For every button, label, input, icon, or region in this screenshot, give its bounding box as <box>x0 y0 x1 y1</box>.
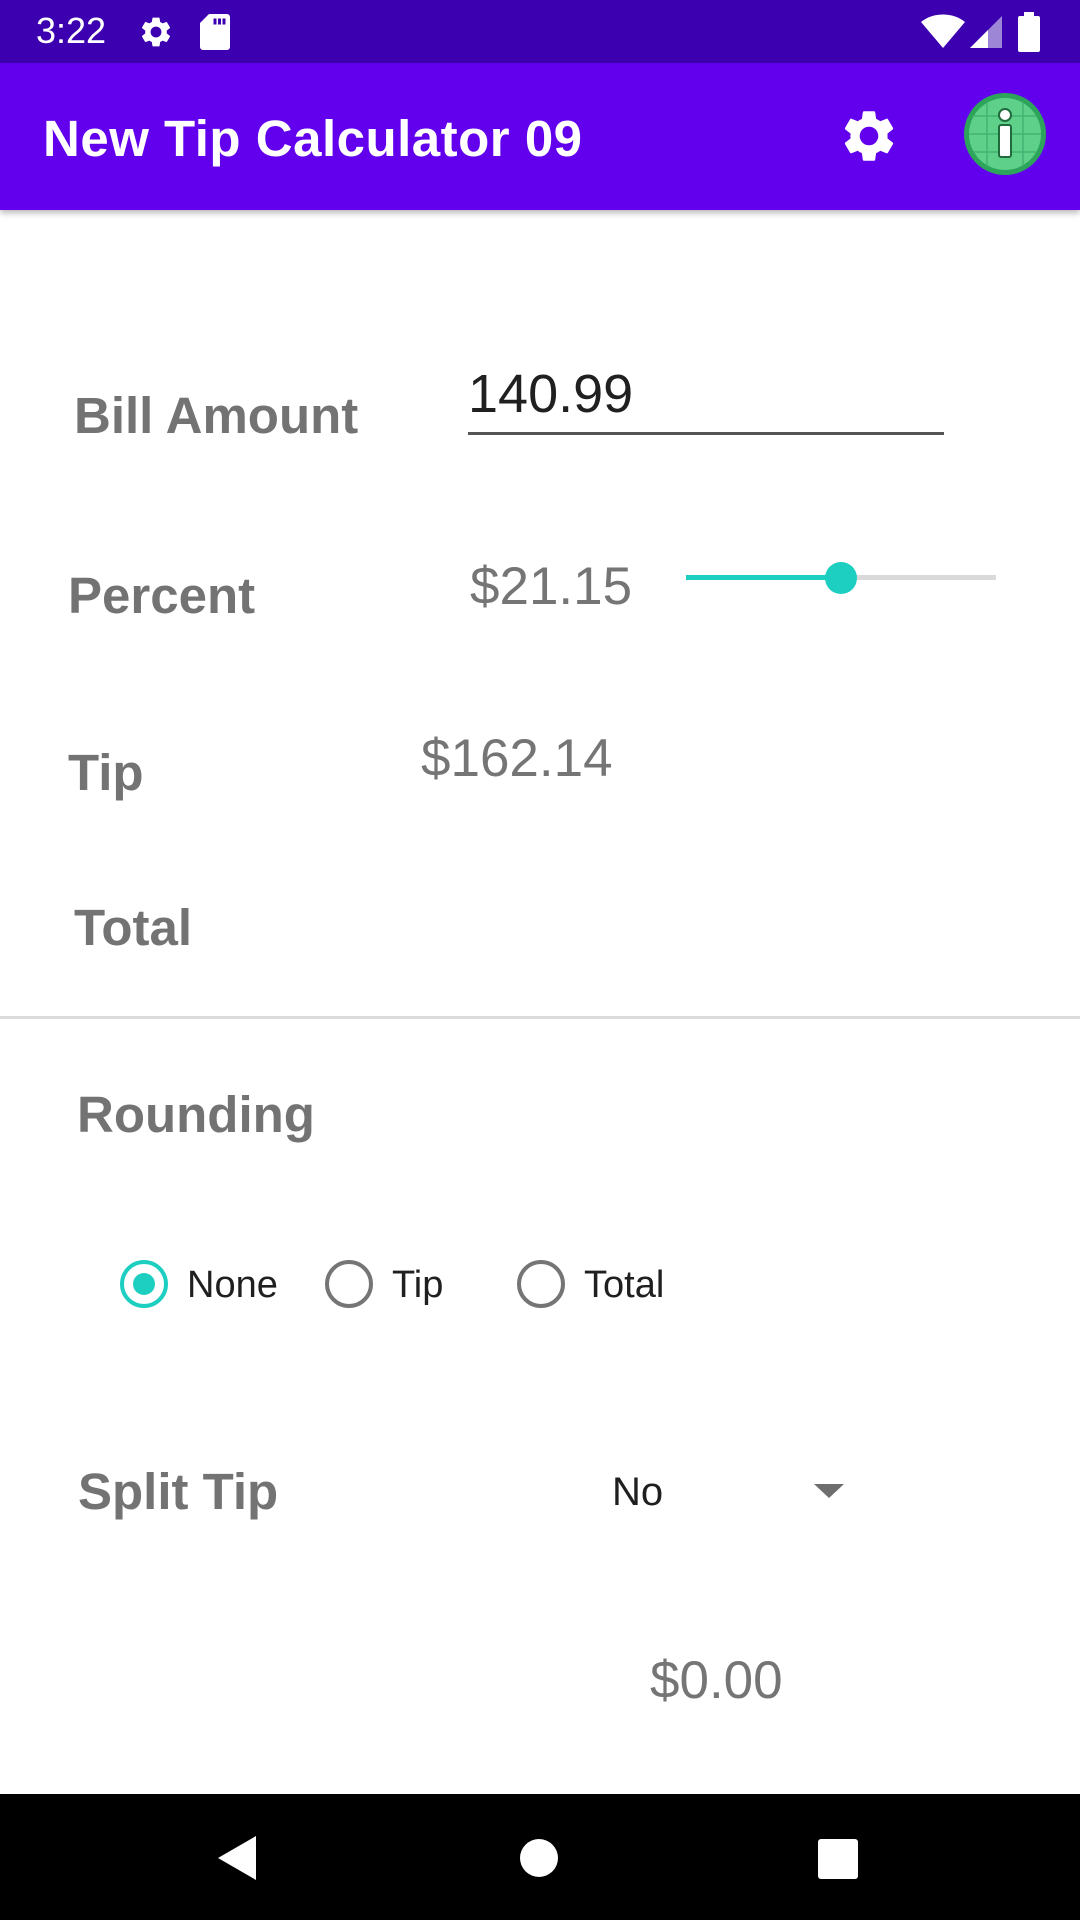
app-title: New Tip Calculator 09 <box>43 110 583 167</box>
percent-slider[interactable] <box>686 558 996 598</box>
sd-card-icon <box>200 14 230 50</box>
slider-fill <box>686 575 841 580</box>
gear-icon <box>844 111 894 161</box>
status-time: 3:22 <box>36 10 107 51</box>
total-label: Total <box>74 899 193 956</box>
radio-dot <box>133 1273 155 1295</box>
home-icon[interactable] <box>520 1839 558 1877</box>
bill-amount-label: Bill Amount <box>74 387 359 444</box>
info-icon <box>998 108 1012 158</box>
settings-button[interactable] <box>838 105 900 167</box>
signal-icon <box>970 16 1002 48</box>
wifi-icon <box>921 14 965 48</box>
battery-icon <box>1018 12 1040 52</box>
rounding-label: Rounding <box>77 1086 315 1143</box>
nav-bar <box>0 1794 1080 1920</box>
rounding-option-tip[interactable]: Tip <box>392 1264 443 1307</box>
percent-label: Percent <box>68 567 256 624</box>
gear-icon <box>141 17 171 47</box>
tip-value: $162.14 <box>421 729 613 788</box>
split-tip-label: Split Tip <box>78 1463 279 1520</box>
percent-value: $21.15 <box>470 557 633 616</box>
slider-thumb[interactable] <box>825 562 857 594</box>
bill-amount-input[interactable] <box>468 356 944 435</box>
rounding-radio-total[interactable] <box>517 1260 565 1308</box>
rounding-option-none[interactable]: None <box>187 1264 278 1307</box>
app-bar: New Tip Calculator 09 <box>0 63 1080 210</box>
split-tip-value: $0.00 <box>650 1651 783 1710</box>
divider <box>0 1016 1080 1019</box>
tip-label: Tip <box>68 744 144 801</box>
info-button[interactable] <box>962 91 1048 177</box>
recents-icon[interactable] <box>818 1839 858 1879</box>
back-icon[interactable] <box>218 1836 258 1880</box>
split-tip-selected[interactable]: No <box>612 1470 663 1515</box>
rounding-radio-tip[interactable] <box>325 1260 373 1308</box>
rounding-option-total[interactable]: Total <box>584 1264 664 1307</box>
rounding-radio-none[interactable] <box>120 1260 168 1308</box>
status-bar: 3:22 <box>0 0 1080 63</box>
dropdown-arrow-icon[interactable] <box>814 1484 844 1498</box>
